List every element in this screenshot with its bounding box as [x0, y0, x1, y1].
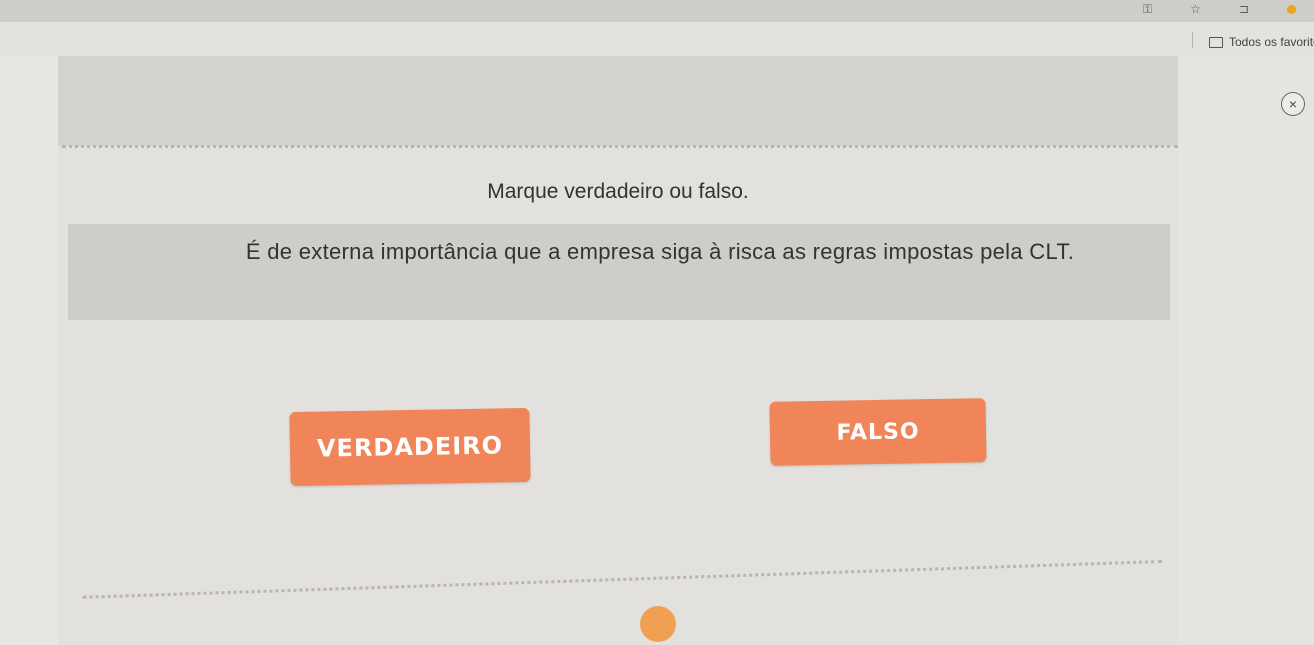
bookmarks-folder-all[interactable]: Todos os favorito: [1209, 35, 1314, 49]
close-button[interactable]: ×: [1281, 92, 1305, 116]
bookmarks-bar: [0, 22, 1314, 56]
folder-icon: [1209, 36, 1223, 48]
false-button[interactable]: FALSO: [769, 398, 987, 466]
header-divider: [62, 145, 1178, 148]
modal-header: [58, 56, 1178, 146]
question-instruction: Marque verdadeiro ou falso.: [487, 180, 749, 203]
toolbar-icons: ⚿ ☆ ⊐: [1143, 0, 1296, 18]
bookmarks-folder-label: Todos os favorito: [1229, 35, 1314, 49]
star-icon[interactable]: ☆: [1190, 2, 1201, 16]
close-icon: ×: [1288, 96, 1298, 112]
true-button[interactable]: VERDADEIRO: [289, 407, 531, 487]
key-icon[interactable]: ⚿: [1143, 2, 1152, 17]
question-statement: É de externa importância que a empresa s…: [245, 239, 1075, 264]
progress-indicator: [640, 606, 676, 642]
page-margin-left: [0, 56, 58, 645]
browser-toolbar: ⚿ ☆ ⊐: [0, 0, 1314, 22]
sidebar-icon[interactable]: ⊐: [1239, 2, 1249, 16]
bookmarks-divider: [1192, 32, 1193, 48]
profile-icon[interactable]: [1287, 4, 1296, 14]
screen: ⚿ ☆ ⊐ Todos os favorito × Marque verdade…: [0, 0, 1314, 645]
page-margin-right: [1178, 56, 1314, 645]
